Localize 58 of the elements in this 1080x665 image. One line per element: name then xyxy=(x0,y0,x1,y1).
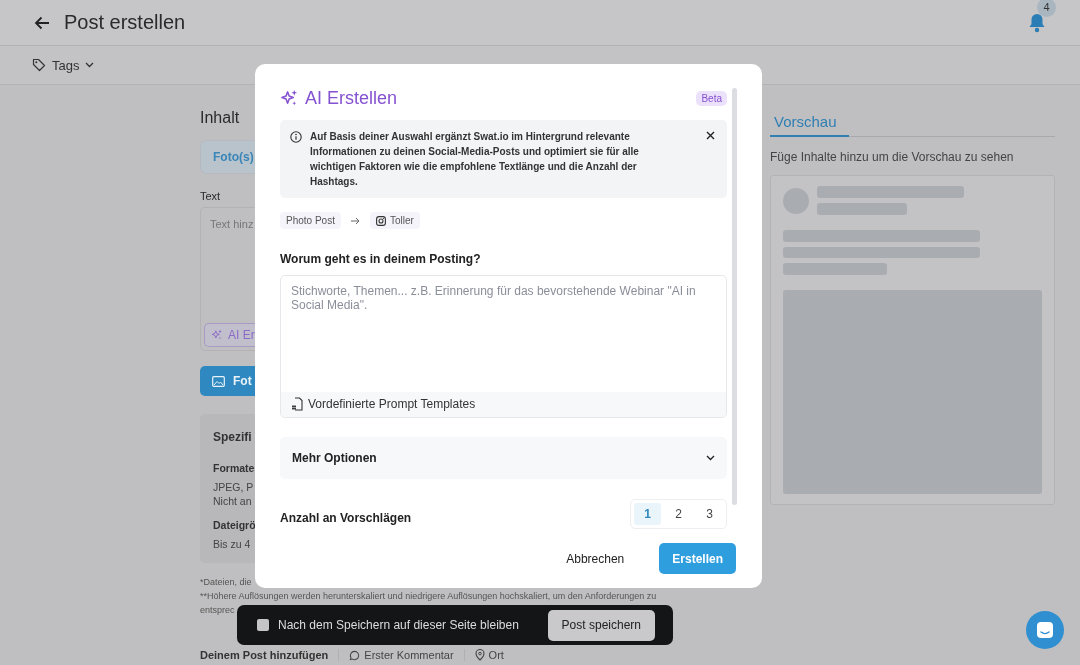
section-heading: Inhalt xyxy=(200,109,241,127)
add-option-chip[interactable]: Ort xyxy=(463,649,514,661)
back-arrow-icon[interactable] xyxy=(34,15,50,30)
create-button[interactable]: Erstellen xyxy=(659,543,736,574)
specs-label: Dateigrö xyxy=(213,519,255,531)
info-icon xyxy=(290,131,302,143)
save-post-button[interactable]: Post speichern xyxy=(547,609,655,641)
specs-title: Spezifi xyxy=(213,430,253,444)
checkbox-label: Nach dem Speichern auf dieser Seite bleiben xyxy=(278,618,519,632)
skeleton-avatar xyxy=(783,187,809,214)
placeholder-text: Text hinz xyxy=(210,218,255,230)
beta-badge: Beta xyxy=(696,91,727,106)
page-title: Post erstellen xyxy=(64,11,186,34)
bell-icon xyxy=(1028,12,1046,33)
location-pin-icon xyxy=(474,649,485,661)
chevron-down-icon xyxy=(85,62,95,68)
footnote: entsprec xyxy=(200,605,235,616)
notification-count: 4 xyxy=(1037,0,1056,17)
chevron-down-icon xyxy=(706,454,715,461)
arrow-right-icon xyxy=(350,216,360,225)
close-icon[interactable] xyxy=(704,129,717,142)
instagram-icon xyxy=(375,215,386,226)
cancel-button[interactable]: Abbrechen xyxy=(553,543,638,574)
checkbox[interactable] xyxy=(257,619,269,631)
count-option[interactable]: 2 xyxy=(665,503,692,525)
scrollbar[interactable] xyxy=(732,88,737,505)
hashtag-file-icon xyxy=(291,397,303,412)
dialog-title: AI Erstellen xyxy=(305,88,398,109)
footnote: **Höhere Auflösungen werden herunterskaliert und niedrigere Auflösungen hochskaliert, um den Anforderungen zu xyxy=(200,591,657,602)
count-option[interactable]: 3 xyxy=(696,503,723,525)
footnote: *Dateien, die xyxy=(200,577,252,588)
preview-hint: Füge Inhalte hinzu um die Vorschau zu sehen xyxy=(770,150,1015,164)
suggestion-count-label: Anzahl an Vorschlägen xyxy=(280,511,412,525)
tags-dropdown[interactable]: Tags xyxy=(32,57,95,73)
prompt-field[interactable]: Stichworte, Themen... z.B. Erinnerung für das bevorstehende Webinar "AI in Social Media". Vordefinierte Prompt Templates xyxy=(280,275,727,418)
tag-icon xyxy=(32,58,46,72)
image-icon xyxy=(212,375,225,387)
specs-label: Formate xyxy=(213,462,255,474)
sparkle-icon xyxy=(211,329,223,341)
sparkle-icon xyxy=(280,89,299,108)
chat-button[interactable] xyxy=(1026,611,1064,649)
add-to-post-label: Deinem Post hinzufügen xyxy=(200,649,329,661)
notifications-button[interactable] xyxy=(1028,12,1046,33)
post-type-chip: Photo Post xyxy=(280,212,341,229)
add-photo-button[interactable]: Fot xyxy=(200,366,255,396)
chat-icon xyxy=(1036,621,1054,639)
info-text: Auf Basis deiner Auswahl ergänzt Swat.io im Hintergrund relevante Informationen zu deinen Social-Media-Posts und optimiert sie für alle wichtigen Faktoren wie die empfohlene Textlänge und die Anzahl der Hashtags. xyxy=(310,130,640,189)
prompt-label: Worum geht es in deinem Posting? xyxy=(280,252,482,266)
specs-value: Bis zu 4 xyxy=(213,537,252,551)
specs-value: JPEG, P xyxy=(213,480,255,494)
account-chip: Toller xyxy=(369,212,420,229)
more-options-accordion[interactable]: Mehr Optionen xyxy=(280,436,727,479)
count-option[interactable]: 1 xyxy=(634,503,661,525)
add-option-chip[interactable]: Erster Kommentar xyxy=(338,649,464,661)
comment-icon xyxy=(349,649,361,661)
prompt-templates-button[interactable]: Vordefinierte Prompt Templates xyxy=(281,391,726,417)
field-label: Text xyxy=(200,190,222,202)
specs-value: Nicht an xyxy=(213,494,253,508)
